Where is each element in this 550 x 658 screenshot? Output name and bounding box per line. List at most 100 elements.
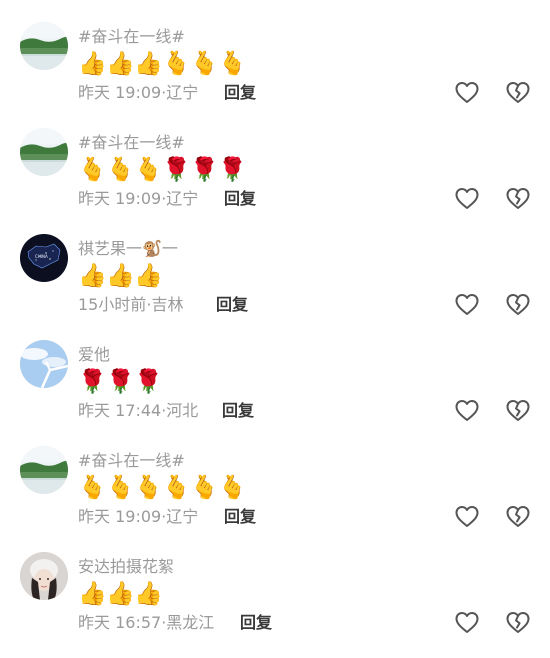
comment-item: 安达拍摄花絮 👍 👍 👍 昨天 16:57·黑龙江 回复 — [0, 552, 550, 658]
comment-meta: 昨天 19:09·辽宁 — [78, 82, 198, 104]
comment-text: 🌹 🌹 🌹 — [78, 368, 163, 396]
comment-author-name[interactable]: 爱他 — [78, 344, 110, 366]
comment-author-name[interactable]: #奋斗在一线# — [78, 450, 185, 472]
like-button[interactable] — [454, 292, 480, 318]
comment-item: #奋斗在一线# 🫰 🫰 🫰 🌹 🌹 🌹 昨天 19:09·辽宁 回复 — [0, 128, 550, 234]
emoji-glyph: 🌹 — [106, 369, 135, 395]
comment-location: 辽宁 — [166, 83, 199, 102]
avatar-lake[interactable] — [20, 22, 68, 70]
broken-heart-outline-icon — [505, 292, 531, 318]
comment-text: 🫰 🫰 🫰 🫰 🫰 🫰 — [78, 474, 247, 502]
emoji-glyph: 🫰 — [78, 157, 107, 183]
comment-meta: 昨天 16:57·黑龙江 — [78, 612, 214, 634]
comment-time: 昨天 19:09 — [78, 83, 162, 102]
emoji-glyph: 👍 — [106, 581, 135, 607]
dislike-button[interactable] — [505, 292, 531, 318]
reply-button[interactable]: 回复 — [224, 82, 256, 104]
comment-text: 👍 👍 👍 — [78, 262, 163, 290]
comment-time: 昨天 17:44 — [78, 401, 162, 420]
avatar-lake[interactable] — [20, 446, 68, 494]
like-button[interactable] — [454, 398, 480, 424]
reply-button[interactable]: 回复 — [224, 188, 256, 210]
emoji-glyph: 👍 — [78, 581, 107, 607]
comment-author-name[interactable]: 安达拍摄花絮 — [78, 556, 174, 578]
avatar-lake[interactable] — [20, 128, 68, 176]
comment-item: CHINA 祺艺果一🐒一 👍 👍 👍 15小时前·吉林 回复 — [0, 234, 550, 340]
svg-text:CHINA: CHINA — [35, 254, 48, 259]
emoji-glyph: 👍 — [106, 263, 135, 289]
comment-location: 辽宁 — [166, 189, 199, 208]
comment-author-name[interactable]: #奋斗在一线# — [78, 26, 185, 48]
dislike-button[interactable] — [505, 610, 531, 636]
comment-time: 15小时前 — [78, 295, 147, 314]
dislike-button[interactable] — [505, 504, 531, 530]
comment-item: #奋斗在一线# 👍 👍 👍 🫰 🫰 🫰 昨天 19:09·辽宁 回复 — [0, 22, 550, 128]
comment-time: 昨天 19:09 — [78, 189, 162, 208]
broken-heart-outline-icon — [505, 80, 531, 106]
emoji-glyph: 👍 — [78, 263, 107, 289]
emoji-glyph: 🫰 — [134, 475, 163, 501]
heart-outline-icon — [454, 504, 480, 530]
emoji-glyph: 🌹 — [190, 157, 219, 183]
broken-heart-outline-icon — [505, 186, 531, 212]
avatar-portrait[interactable] — [20, 552, 68, 600]
emoji-glyph: 🫰 — [162, 475, 191, 501]
comment-meta: 昨天 19:09·辽宁 — [78, 188, 198, 210]
avatar-map-dark[interactable]: CHINA — [20, 234, 68, 282]
emoji-glyph: 👍 — [134, 263, 163, 289]
emoji-glyph: 🫰 — [106, 475, 135, 501]
emoji-glyph: 🌹 — [218, 157, 247, 183]
dislike-button[interactable] — [505, 398, 531, 424]
reply-button[interactable]: 回复 — [240, 612, 272, 634]
comment-location: 辽宁 — [166, 507, 199, 526]
broken-heart-outline-icon — [505, 398, 531, 424]
comment-text: 👍 👍 👍 — [78, 580, 163, 608]
emoji-glyph: 🫰 — [190, 475, 219, 501]
reply-button[interactable]: 回复 — [222, 400, 254, 422]
dislike-button[interactable] — [505, 186, 531, 212]
emoji-glyph: 👍 — [134, 581, 163, 607]
emoji-glyph: 👍 — [78, 51, 107, 77]
comment-author-name[interactable]: 祺艺果一🐒一 — [78, 238, 178, 260]
comment-meta: 15小时前·吉林 — [78, 294, 183, 316]
broken-heart-outline-icon — [505, 504, 531, 530]
emoji-glyph: 👍 — [134, 51, 163, 77]
heart-outline-icon — [454, 292, 480, 318]
heart-outline-icon — [454, 610, 480, 636]
emoji-glyph: 🫰 — [162, 51, 191, 77]
reply-button[interactable]: 回复 — [216, 294, 248, 316]
like-button[interactable] — [454, 80, 480, 106]
comment-location: 河北 — [166, 401, 199, 420]
comment-time: 昨天 16:57 — [78, 613, 162, 632]
emoji-glyph: 🫰 — [78, 475, 107, 501]
dislike-button[interactable] — [505, 80, 531, 106]
comment-location: 黑龙江 — [166, 613, 215, 632]
comment-time: 昨天 19:09 — [78, 507, 162, 526]
reply-button[interactable]: 回复 — [224, 506, 256, 528]
comment-meta: 昨天 17:44·河北 — [78, 400, 198, 422]
like-button[interactable] — [454, 186, 480, 212]
comment-item: 爱他 🌹 🌹 🌹 昨天 17:44·河北 回复 — [0, 340, 550, 446]
emoji-glyph: 🫰 — [190, 51, 219, 77]
heart-outline-icon — [454, 398, 480, 424]
comment-location: 吉林 — [151, 295, 184, 314]
emoji-glyph: 🌹 — [134, 369, 163, 395]
comment-author-name[interactable]: #奋斗在一线# — [78, 132, 185, 154]
emoji-glyph: 🫰 — [218, 51, 247, 77]
avatar-sky[interactable] — [20, 340, 68, 388]
comment-item: #奋斗在一线# 🫰 🫰 🫰 🫰 🫰 🫰 昨天 19:09·辽宁 回复 — [0, 446, 550, 552]
emoji-glyph: 🌹 — [162, 157, 191, 183]
emoji-glyph: 🫰 — [106, 157, 135, 183]
heart-outline-icon — [454, 80, 480, 106]
emoji-glyph: 🌹 — [78, 369, 107, 395]
like-button[interactable] — [454, 504, 480, 530]
heart-outline-icon — [454, 186, 480, 212]
emoji-glyph: 👍 — [106, 51, 135, 77]
emoji-glyph: 🫰 — [134, 157, 163, 183]
like-button[interactable] — [454, 610, 480, 636]
emoji-glyph: 🫰 — [218, 475, 247, 501]
comment-meta: 昨天 19:09·辽宁 — [78, 506, 198, 528]
comment-text: 🫰 🫰 🫰 🌹 🌹 🌹 — [78, 156, 247, 184]
broken-heart-outline-icon — [505, 610, 531, 636]
comment-text: 👍 👍 👍 🫰 🫰 🫰 — [78, 50, 247, 78]
